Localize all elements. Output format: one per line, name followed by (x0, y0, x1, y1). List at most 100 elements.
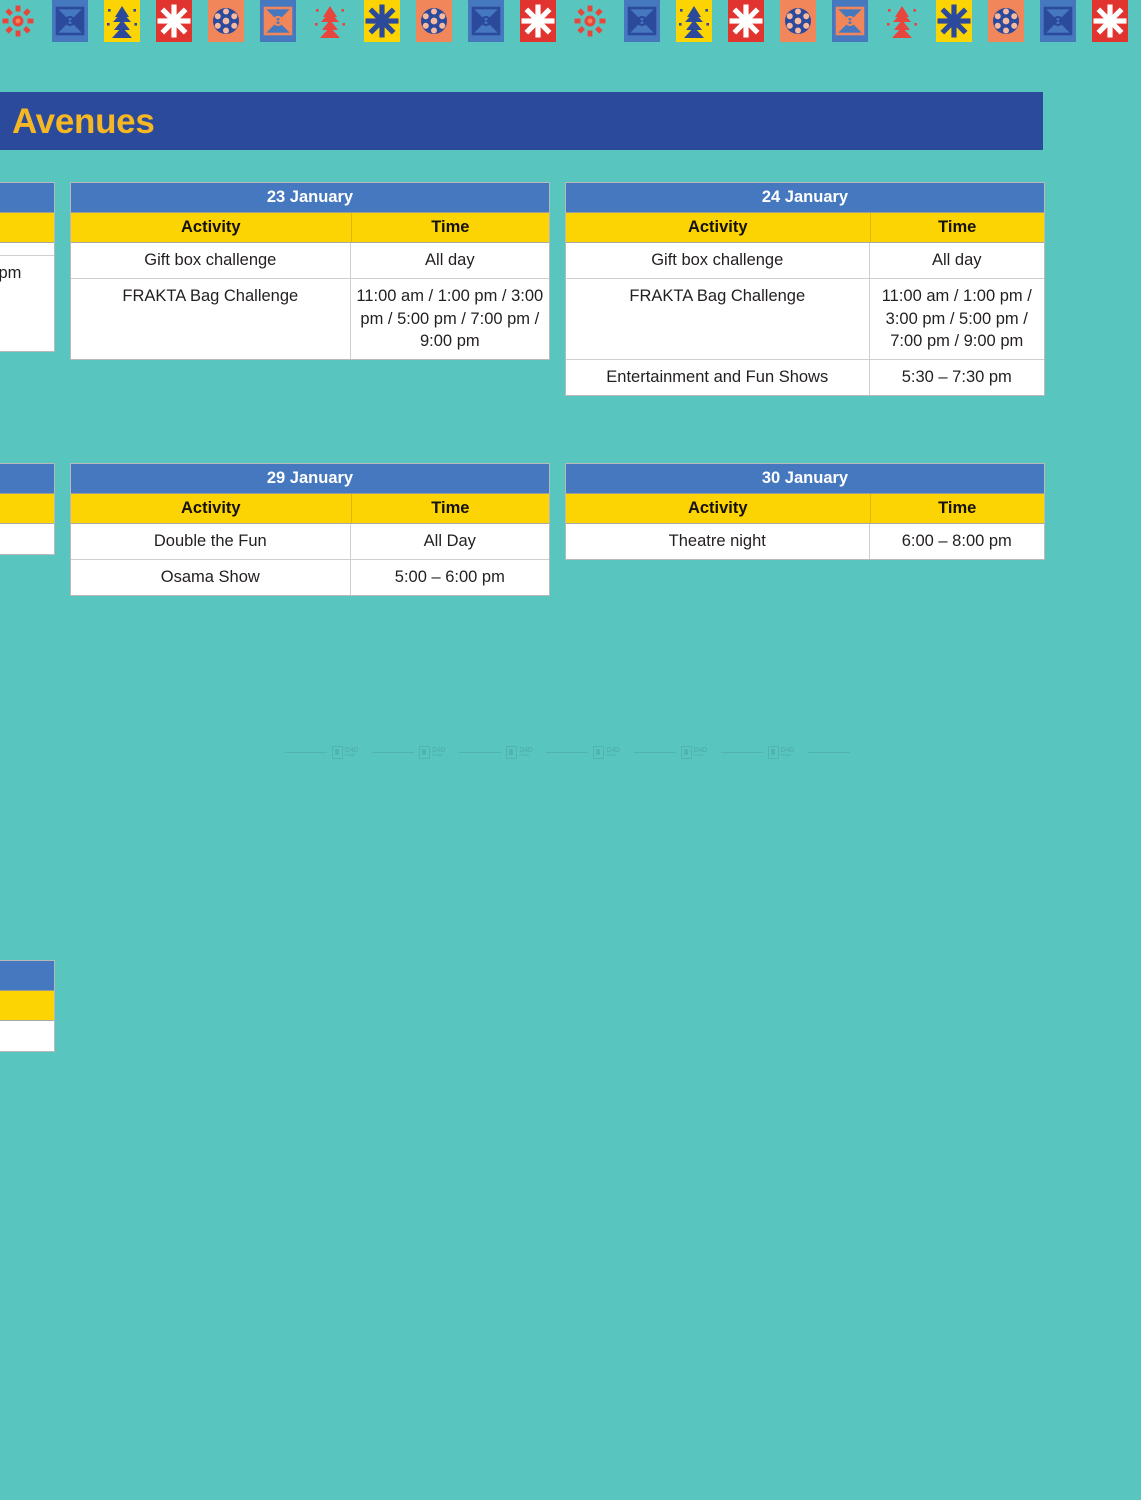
watermark-sublabel: Design (606, 752, 617, 757)
watermark-dash (372, 751, 415, 753)
bunting-flag-knot-icon (1040, 0, 1076, 42)
table-date-header: 29 January (71, 464, 549, 494)
decorative-bunting-strip (0, 0, 1141, 42)
column-header-time: Time (938, 499, 977, 517)
table-column-headers: Activity Time (566, 494, 1044, 524)
column-header-activity: Activity (566, 494, 871, 523)
table-row: Osama Show 5:00 – 6:00 pm (71, 559, 549, 595)
watermark-strip: D4D Design D4D Design D4D Design D4D Design D4D D… (285, 742, 850, 762)
bunting-flag-knot-icon (468, 0, 504, 42)
bunting-flag-starburst-icon (520, 0, 556, 42)
bunting-flag-trees-icon (676, 0, 712, 42)
watermark-logo-icon: D4D Design (506, 745, 533, 759)
watermark-unit: D4D Design (720, 745, 795, 759)
watermark-label: D4D Design (519, 746, 533, 757)
watermark-logo-icon: D4D Design (593, 745, 620, 759)
cell-time: 5:00 – 6:00 pm (394, 567, 505, 586)
watermark-logo-icon: D4D Design (419, 745, 446, 759)
watermark-dash (807, 751, 850, 753)
schedule-table-23-january: 23 January Activity Time Gift box challenge… (70, 182, 550, 361)
cell-activity: FRAKTA Bag Challenge (71, 278, 351, 360)
table-row: FRAKTA Bag Challenge 11:00 am / 1:00 pm /… (71, 278, 549, 360)
clipped-schedule-table-fragment (0, 463, 55, 555)
bunting-flag-starburst-icon (156, 0, 192, 42)
watermark-sublabel: Design (345, 752, 356, 757)
table-date-header: 30 January (566, 464, 1044, 494)
watermark-unit: D4D Design (372, 745, 446, 759)
table-column-headers: Activity Time (71, 494, 549, 524)
watermark-logo-icon: D4D Design (332, 745, 359, 759)
table-row: Gift box challenge All day (71, 243, 549, 279)
table-date-header: 23 January (71, 183, 549, 213)
bunting-flag-knot-icon (52, 0, 88, 42)
clipped-table-content (0, 961, 54, 1033)
watermark-dash (633, 751, 676, 753)
table-row (0, 524, 54, 536)
watermark-label: D4D Design (693, 746, 708, 757)
bunting-flag-trees-icon (312, 0, 348, 42)
cell-time: 11:00 am / 1:00 pm / 3:00 pm / 5:00 pm /… (881, 286, 1032, 351)
clipped-table-content: 11:00 am / 1:00 pm / 3:00 pm / 5:00 pm /… (0, 183, 54, 291)
table-row: Entertainment and Fun Shows 5:30 – 7:30 p… (566, 360, 1044, 395)
schedule-table-24-january: 24 January Activity Time Gift box challenge… (565, 182, 1045, 396)
clipped-schedule-table-fragment: 11:00 am / 1:00 pm / 3:00 pm / 5:00 pm /… (0, 182, 55, 352)
cell-activity: Double the Fun (71, 524, 351, 559)
bunting-flag-starburst-icon (1092, 0, 1128, 42)
watermark-unit: D4D Design (633, 745, 708, 759)
watermark-dash (285, 751, 327, 753)
schedule-table-30-january: 30 January Activity Time Theatre night 6:00 … (565, 463, 1045, 560)
column-header-time: Time (938, 218, 977, 236)
column-header-time: Time (431, 499, 470, 517)
watermark-sublabel: Design (432, 752, 443, 757)
table-row: Theatre night 6:00 – 8:00 pm (566, 524, 1044, 559)
cell-activity: Gift box challenge (71, 243, 351, 278)
table-column-headers (0, 494, 54, 524)
cell-time: All day (425, 251, 475, 269)
clipped-table-content (0, 464, 54, 536)
table-column-headers: Activity Time (71, 213, 549, 243)
cell-time: 11:00 am / 1:00 pm / 3:00 pm / 5:00 pm /… (356, 286, 544, 351)
table-date-header (0, 464, 54, 494)
table-date-header: 24 January (566, 183, 1044, 213)
watermark-sublabel: Design (519, 752, 530, 757)
watermark-unit: D4D Design (459, 745, 533, 759)
watermark-unit: D4D Design (546, 745, 620, 759)
watermark-sublabel: Design (693, 752, 704, 757)
column-header-time: Time (431, 218, 470, 236)
table-row (0, 243, 54, 256)
bunting-flag-trees-icon (884, 0, 920, 42)
table-row: Double the Fun All Day (71, 524, 549, 560)
table-date-header (0, 183, 54, 213)
watermark-unit: D4D Design (285, 745, 359, 759)
bunting-flag-knot-icon (624, 0, 660, 42)
cell-activity: Entertainment and Fun Shows (566, 360, 870, 395)
bunting-flag-starburst-icon (364, 0, 400, 42)
watermark-dash (720, 751, 763, 753)
bunting-flag-knot-icon (832, 0, 868, 42)
watermark-sublabel: Design (780, 752, 791, 757)
bunting-flag-rosette-icon (572, 0, 608, 42)
table-row: FRAKTA Bag Challenge 11:00 am / 1:00 pm /… (566, 278, 1044, 361)
watermark-dash (546, 751, 589, 753)
cell-time: 11:00 am / 1:00 pm / 3:00 pm / 5:00 pm /… (0, 264, 22, 282)
bunting-flag-knot-icon (260, 0, 296, 42)
cell-activity: Gift box challenge (566, 243, 870, 278)
cell-time: 6:00 – 8:00 pm (901, 532, 1012, 550)
watermark-logo-icon: D4D Design (767, 745, 795, 759)
page-title: Avenues (12, 101, 155, 141)
schedule-table-29-january: 29 January Activity Time Double the Fun All … (70, 463, 550, 596)
bunting-flag-trees-icon (104, 0, 140, 42)
bunting-flag-medallion-icon (416, 0, 452, 42)
bunting-flag-medallion-icon (780, 0, 816, 42)
column-header-activity: Activity (71, 213, 352, 242)
clipped-schedule-table-fragment (0, 960, 55, 1052)
cell-activity: Theatre night (566, 524, 870, 559)
table-row (0, 1021, 54, 1033)
cell-activity: FRAKTA Bag Challenge (566, 278, 870, 360)
watermark-label: D4D Design (432, 746, 446, 757)
table-row: Gift box challenge All day (566, 243, 1044, 279)
cell-activity: Osama Show (71, 559, 351, 595)
watermark-label: D4D Design (780, 746, 795, 757)
table-date-header (0, 961, 54, 991)
watermark-logo-icon: D4D Design (680, 745, 708, 759)
